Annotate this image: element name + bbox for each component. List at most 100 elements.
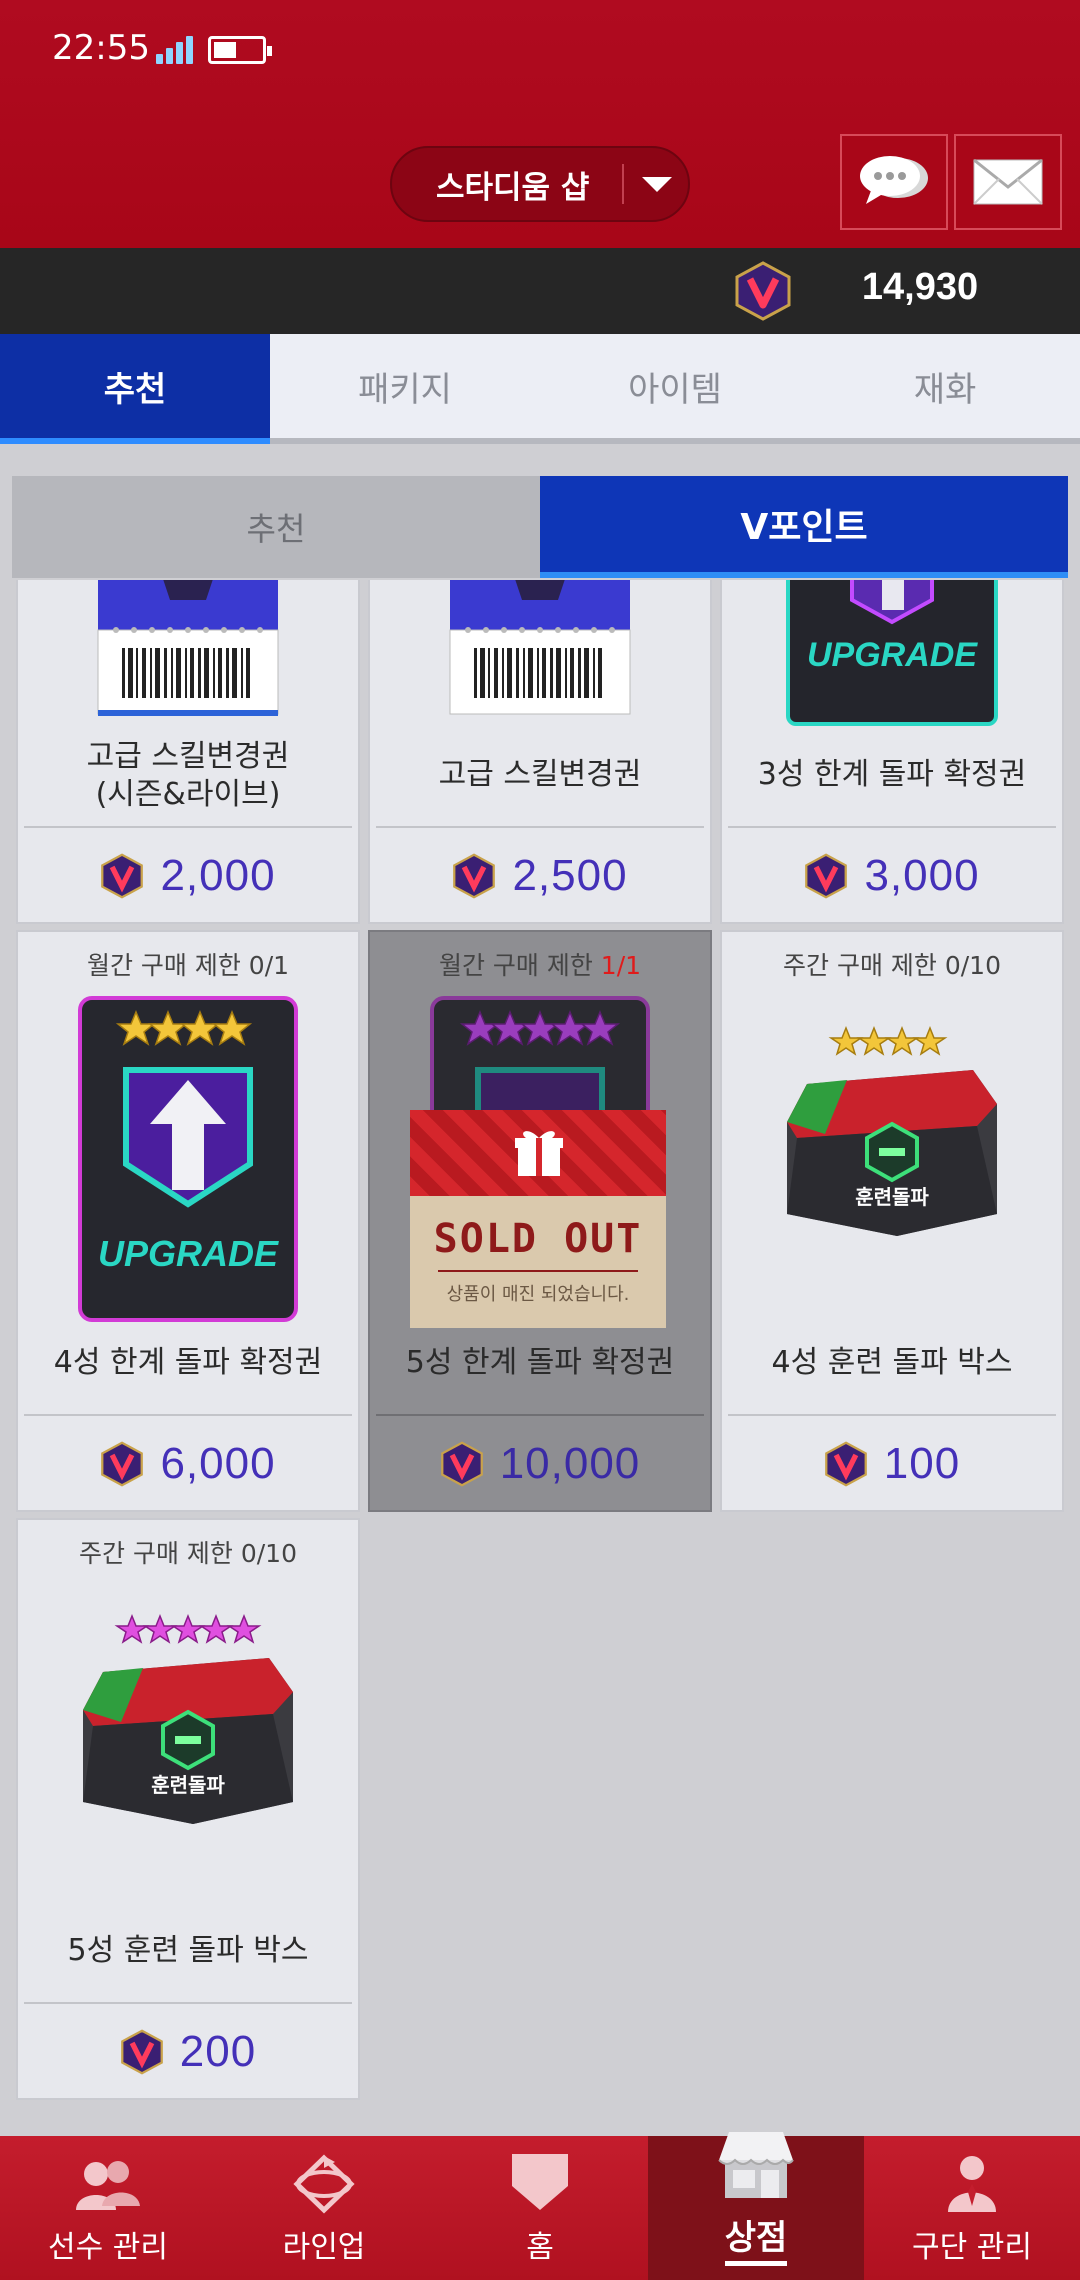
price-row: 6,000 (18, 1428, 358, 1500)
product-grid: 고급 스킬변경권 (시즌&라이브) 2,000 고급 스킬변경권 2,500 U… (0, 580, 1080, 2135)
purchase-limit-count: 1/1 (600, 951, 642, 980)
price-row: 3,000 (722, 840, 1062, 912)
nav-label: 선수 관리 (48, 2230, 168, 2265)
product-name: 4성 훈련 돌파 박스 (771, 1345, 1013, 1380)
product-card[interactable]: 주간 구매 제한 0/10 훈련돌파 4성 훈련 돌파 박스 100 (720, 930, 1064, 1512)
purchase-limit: 주간 구매 제한 0/10 (79, 1539, 297, 1568)
product-name: 고급 스킬변경권 (시즌&라이브) (18, 738, 358, 814)
chat-button[interactable] (840, 134, 948, 230)
divider (728, 1414, 1056, 1416)
upgrade-card-icon: UPGRADE (786, 580, 998, 726)
nav-home[interactable]: 홈 (432, 2136, 648, 2280)
price-row: 2,000 (18, 840, 358, 912)
v-point-icon (120, 2029, 163, 2075)
baseball-field-icon (293, 2154, 355, 2214)
product-card[interactable]: 주간 구매 제한 0/10 훈련돌파 5성 훈련 돌파 박스 200 (16, 1518, 360, 2100)
sold-out-message: 상품이 매진 되었습니다. (446, 1284, 630, 1305)
nav-player-management[interactable]: 선수 관리 (0, 2136, 216, 2280)
v-point-icon (101, 1441, 144, 1487)
purchase-limit: 월간 구매 제한 1/1 (370, 946, 710, 982)
chevron-down-icon (642, 176, 672, 192)
product-card-sold-out[interactable]: 월간 구매 제한 1/1 SOLD OUT 상품이 매진 되었습니다. 5성 한… (368, 930, 712, 1512)
divider (24, 1414, 352, 1416)
product-name-line1: 고급 스킬변경권 (86, 739, 290, 774)
purchase-limit: 월간 구매 제한 0/1 (86, 951, 290, 980)
product-price: 200 (179, 2027, 257, 2076)
v-point-icon (735, 261, 791, 321)
bottom-nav: 선수 관리 라인업 홈 상점 구단 관리 (0, 2132, 1080, 2280)
product-price: 2,500 (512, 851, 628, 900)
envelope-icon (973, 159, 1043, 205)
price-row: 10,000 (370, 1428, 710, 1500)
nav-club-management[interactable]: 구단 관리 (864, 2136, 1080, 2280)
v-point-balance: 14,930 (861, 266, 979, 308)
tab-package[interactable]: 패키지 (270, 334, 540, 438)
product-card[interactable]: 월간 구매 제한 0/1 UPGRADE 4성 한계 돌파 확정권 6,000 (16, 930, 360, 1512)
v-point-icon (101, 853, 144, 899)
sold-out-tag: SOLD OUT 상품이 매진 되었습니다. (410, 1110, 666, 1328)
purchase-limit: 주간 구매 제한 0/10 (783, 951, 1001, 980)
training-box-icon: 훈련돌파 (83, 1613, 293, 1824)
svg-text:UPGRADE: UPGRADE (98, 1233, 279, 1274)
price-row: 100 (722, 1428, 1062, 1500)
tab-item[interactable]: 아이템 (540, 334, 810, 438)
top-header: 22:55 스타디움 샵 (0, 0, 1080, 248)
mail-button[interactable] (954, 134, 1062, 230)
dropdown-separator (622, 164, 624, 204)
gift-icon (515, 1131, 563, 1176)
main-tabs: 추천 패키지 아이템 재화 (0, 334, 1080, 444)
manager-icon (948, 2156, 996, 2212)
shop-dropdown[interactable]: 스타디움 샵 (390, 146, 690, 222)
tab-currency[interactable]: 재화 (810, 334, 1080, 438)
divider (376, 1414, 704, 1416)
skill-ticket-icon (449, 580, 631, 715)
nav-label: 라인업 (282, 2230, 366, 2265)
v-point-icon (824, 1441, 867, 1487)
svg-text:UPGRADE: UPGRADE (807, 636, 978, 674)
product-card[interactable]: 고급 스킬변경권 (시즌&라이브) 2,000 (16, 580, 360, 924)
product-name: 4성 한계 돌파 확정권 (53, 1345, 323, 1380)
nav-label: 홈 (526, 2230, 554, 2265)
training-box-icon: 훈련돌파 (787, 1025, 997, 1236)
v-point-icon (805, 853, 848, 899)
nav-label: 상점 (724, 2210, 788, 2266)
home-plate-icon (512, 2154, 568, 2210)
divider (728, 826, 1056, 828)
product-card[interactable]: 고급 스킬변경권 2,500 (368, 580, 712, 924)
subtab-recommended[interactable]: 추천 (12, 476, 540, 578)
sub-tabs: 추천 V포인트 (12, 476, 1068, 578)
shop-title: 스타디움 샵 (436, 169, 590, 206)
price-row: 200 (18, 2016, 358, 2088)
upgrade-card-icon: UPGRADE (78, 996, 298, 1322)
players-icon (76, 2161, 140, 2210)
nav-shop[interactable]: 상점 (648, 2132, 864, 2280)
subtab-v-point[interactable]: V포인트 (540, 476, 1068, 578)
product-price: 3,000 (864, 851, 980, 900)
product-price: 2,000 (160, 851, 276, 900)
status-time: 22:55 (52, 28, 150, 68)
divider (24, 826, 352, 828)
product-price: 10,000 (499, 1439, 641, 1488)
product-name: 고급 스킬변경권 (438, 757, 642, 792)
nav-label: 구단 관리 (912, 2230, 1032, 2265)
store-icon (718, 2132, 794, 2198)
tab-recommended[interactable]: 추천 (0, 334, 270, 444)
skill-ticket-icon (97, 580, 279, 716)
purchase-limit-label: 월간 구매 제한 (438, 951, 601, 980)
product-name: 5성 훈련 돌파 박스 (67, 1933, 309, 1968)
product-name: 5성 한계 돌파 확정권 (405, 1345, 675, 1380)
price-row: 2,500 (370, 840, 710, 912)
product-card[interactable]: UPGRADE 3성 한계 돌파 확정권 3,000 (720, 580, 1064, 924)
nav-lineup[interactable]: 라인업 (216, 2136, 432, 2280)
signal-icon (156, 34, 194, 64)
divider (24, 2002, 352, 2004)
svg-text:훈련돌파: 훈련돌파 (151, 1773, 225, 1797)
divider (376, 826, 704, 828)
product-price: 100 (883, 1439, 961, 1488)
chat-bubble-icon (860, 156, 928, 204)
product-name-line2: (시즌&라이브) (95, 777, 281, 812)
divider (438, 1270, 638, 1272)
sold-out-title: SOLD OUT (433, 1216, 643, 1262)
v-point-icon (453, 853, 496, 899)
product-price: 6,000 (160, 1439, 276, 1488)
